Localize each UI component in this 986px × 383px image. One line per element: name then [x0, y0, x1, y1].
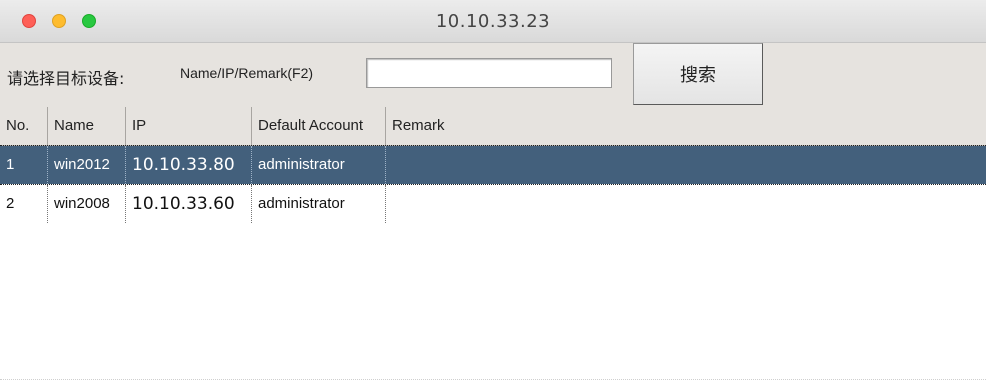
cell-no: 1 [0, 146, 48, 184]
cell-default-account: administrator [252, 185, 386, 223]
column-header-name[interactable]: Name [48, 107, 126, 145]
cell-ip: 10.10.33.80 [126, 146, 252, 184]
search-toolbar: 请选择目标设备: Name/IP/Remark(F2) 搜索 [0, 43, 986, 107]
table-bottom-border [0, 379, 986, 380]
column-header-remark[interactable]: Remark [386, 107, 986, 145]
select-device-label: 请选择目标设备: [7, 69, 125, 88]
search-hint-label: Name/IP/Remark(F2) [180, 65, 314, 81]
column-header-no[interactable]: No. [0, 107, 48, 145]
cell-no: 2 [0, 185, 48, 223]
cell-ip: 10.10.33.60 [126, 185, 252, 223]
search-input[interactable] [366, 58, 612, 88]
column-header-ip[interactable]: IP [126, 107, 252, 145]
table-header: No. Name IP Default Account Remark [0, 107, 986, 146]
table-row[interactable]: 1 win2012 10.10.33.80 administrator [0, 146, 986, 184]
search-button[interactable]: 搜索 [633, 43, 763, 105]
title-bar: 10.10.33.23 [0, 0, 986, 43]
cell-remark [386, 146, 986, 184]
table-row[interactable]: 2 win2008 10.10.33.60 administrator [0, 185, 986, 223]
column-header-default-account[interactable]: Default Account [252, 107, 386, 145]
cell-default-account: administrator [252, 146, 386, 184]
cell-name: win2012 [48, 146, 126, 184]
cell-remark [386, 185, 986, 223]
window-title: 10.10.33.23 [435, 11, 551, 32]
cell-name: win2008 [48, 185, 126, 223]
